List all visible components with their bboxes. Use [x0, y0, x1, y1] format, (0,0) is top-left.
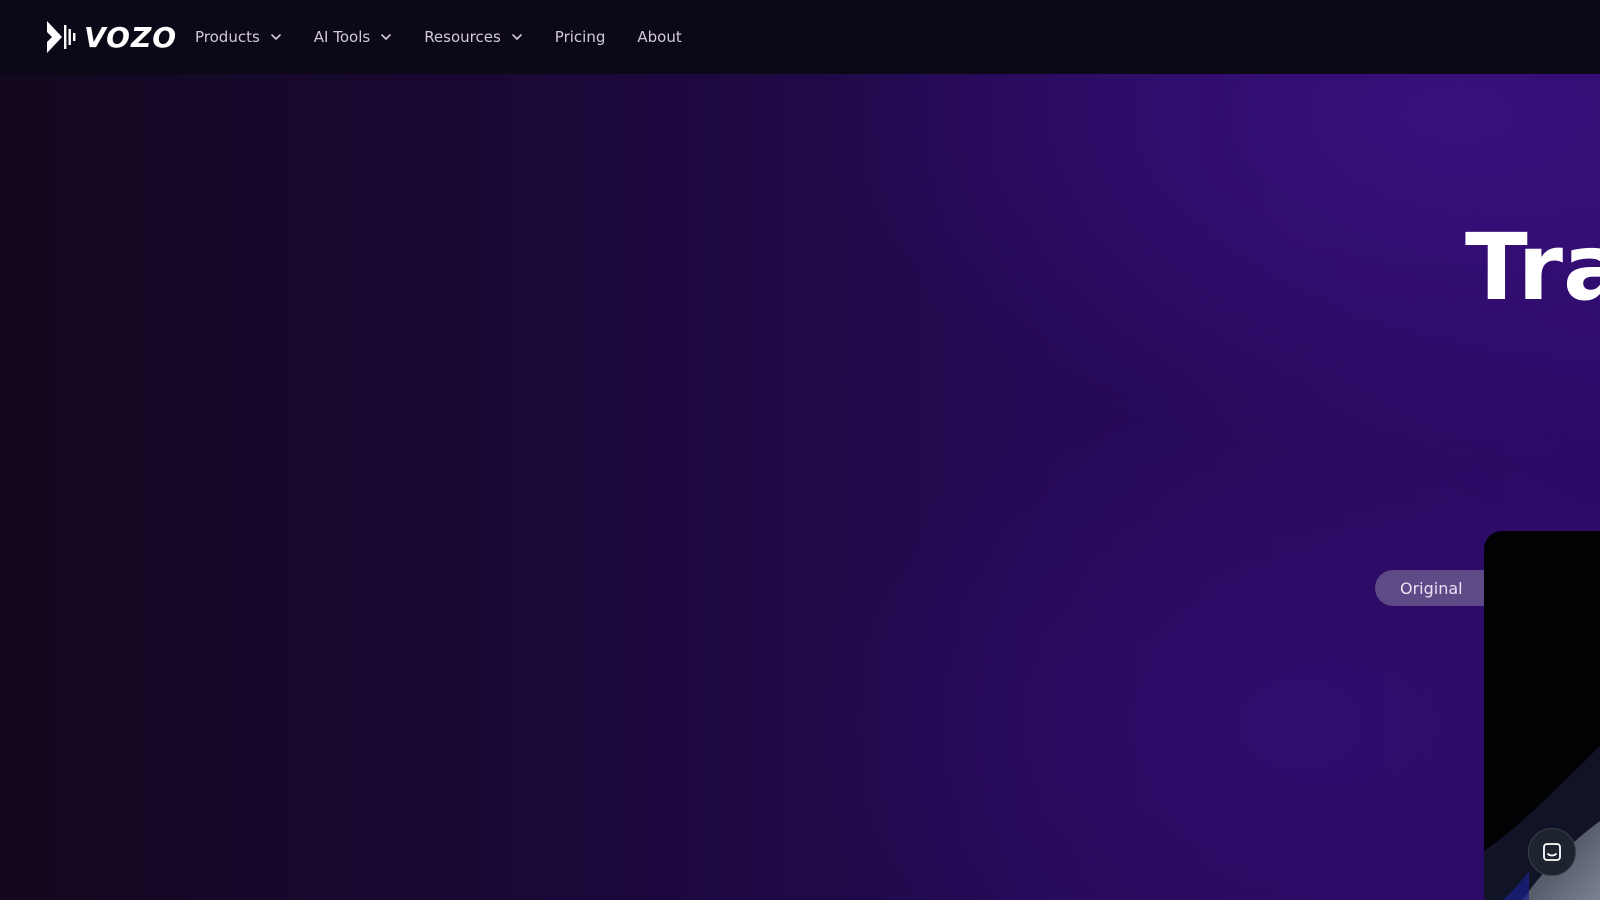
nav-item-about[interactable]: About — [637, 28, 681, 46]
nav-item-products[interactable]: Products — [195, 28, 282, 46]
main-nav: Products AI Tools Resources Pricing Abou… — [195, 0, 714, 74]
original-label: Original — [1400, 578, 1463, 598]
nav-item-pricing[interactable]: Pricing — [555, 28, 606, 46]
chevron-down-icon — [270, 34, 281, 40]
chevron-down-icon — [511, 34, 522, 40]
hero-title: Tra — [1465, 214, 1600, 321]
nav-item-label: Pricing — [554, 28, 606, 46]
vozo-logo-link[interactable]: VOZO — [46, 18, 177, 56]
chat-launcher-button[interactable] — [1528, 828, 1576, 876]
nav-item-label: Resources — [424, 28, 501, 46]
top-navbar: VOZO Products AI Tools Resources Pricing… — [0, 0, 1600, 74]
page: VOZO Products AI Tools Resources Pricing… — [0, 0, 1600, 900]
chat-icon — [1543, 843, 1561, 861]
nav-item-ai-tools[interactable]: AI Tools — [314, 28, 392, 46]
brand-name: VOZO — [84, 20, 178, 54]
vozo-logo-icon — [47, 21, 76, 53]
nav-item-label: AI Tools — [313, 28, 371, 46]
nav-item-resources[interactable]: Resources — [424, 28, 523, 46]
chevron-down-icon — [381, 34, 391, 40]
nav-item-label: About — [637, 28, 682, 46]
hero-section: Tra Original — [0, 74, 1600, 900]
nav-item-label: Products — [195, 28, 260, 46]
